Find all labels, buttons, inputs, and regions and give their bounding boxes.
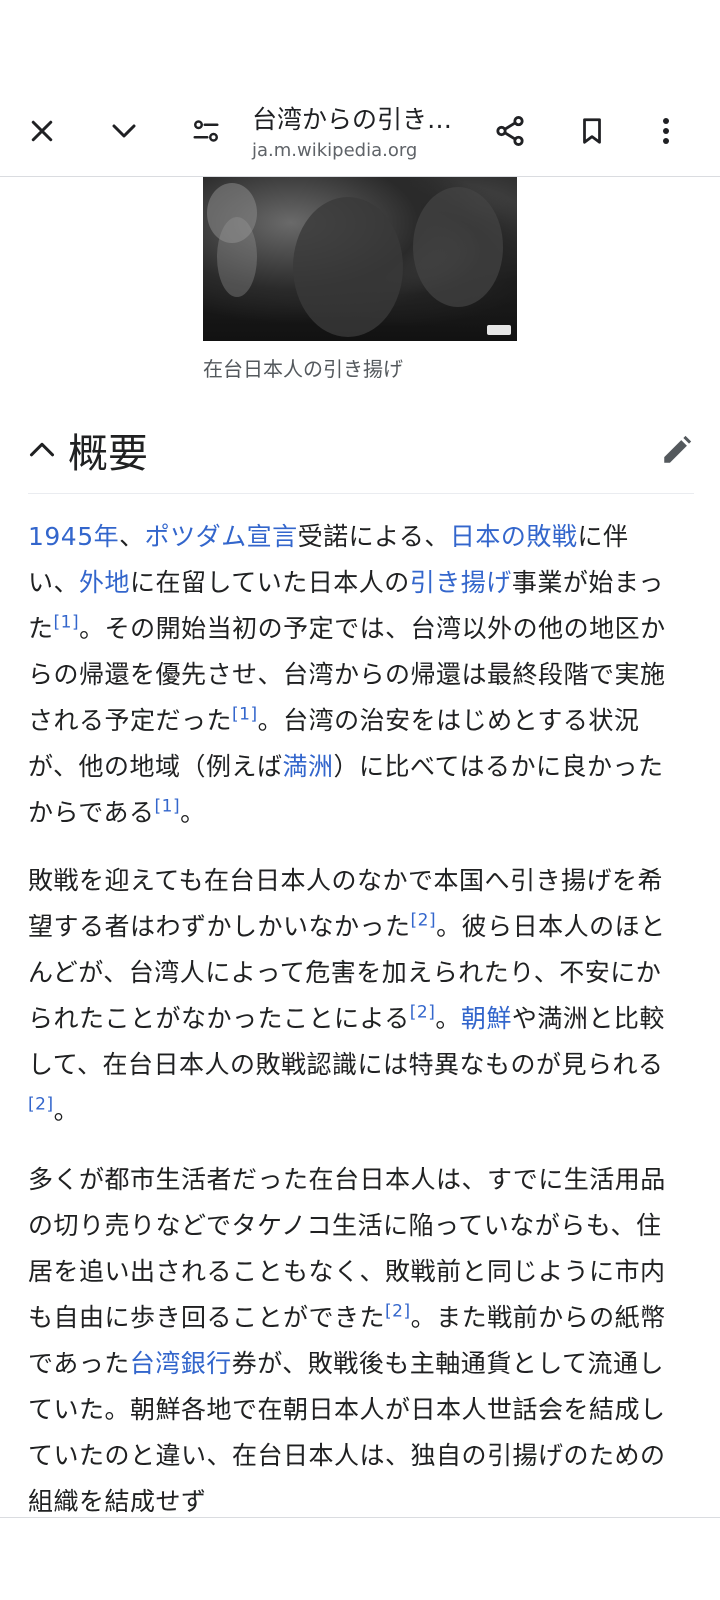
system-nav-area xyxy=(0,1518,720,1600)
paragraph-2: 敗戦を迎えても在台日本人のなかで本国へ引き揚げを希望する者はわずかしかいなかった… xyxy=(28,866,666,1125)
paragraph-1: 1945年、ポツダム宣言受諾による、日本の敗戦に伴い、外地に在留していた日本人の… xyxy=(28,522,666,827)
link-manchuria[interactable]: 満洲 xyxy=(283,752,334,781)
citation-ref[interactable]: [1] xyxy=(232,705,258,725)
status-bar xyxy=(0,0,720,86)
link-bank-of-taiwan[interactable]: 台湾銀行 xyxy=(130,1349,232,1378)
chevron-up-icon[interactable] xyxy=(28,439,56,463)
link-1945[interactable]: 1945年 xyxy=(28,522,119,551)
citation-ref[interactable]: [1] xyxy=(155,797,181,817)
share-icon[interactable] xyxy=(474,86,546,176)
citation-ref[interactable]: [2] xyxy=(28,1095,54,1115)
citation-ref[interactable]: [2] xyxy=(410,1003,436,1023)
chevron-down-icon[interactable] xyxy=(88,86,160,176)
browser-toolbar: 台湾からの引き… ja.m.wikipedia.org xyxy=(0,86,720,177)
link-hikiage[interactable]: 引き揚げ xyxy=(410,568,512,597)
link-korea[interactable]: 朝鮮 xyxy=(461,1004,512,1033)
paragraph-3: 多くが都市生活者だった在台日本人は、すでに生活用品の切り売りなどでタケノコ生活に… xyxy=(28,1165,666,1516)
tab-title: 台湾からの引き… xyxy=(252,105,453,134)
close-icon[interactable] xyxy=(6,86,78,176)
section-header[interactable]: 概要 xyxy=(28,421,694,494)
citation-ref[interactable]: [2] xyxy=(385,1302,411,1322)
link-gaichi[interactable]: 外地 xyxy=(79,568,130,597)
article-photo[interactable] xyxy=(203,177,517,341)
citation-ref[interactable]: [1] xyxy=(54,613,80,633)
edit-pencil-icon[interactable] xyxy=(660,433,694,471)
url-text: ja.m.wikipedia.org xyxy=(252,140,418,161)
more-icon[interactable] xyxy=(630,86,702,176)
page-title-area[interactable]: 台湾からの引き… ja.m.wikipedia.org xyxy=(252,94,492,168)
link-potsdam[interactable]: ポツダム宣言 xyxy=(145,522,298,551)
page-settings-icon[interactable] xyxy=(170,86,242,176)
section-title: 概要 xyxy=(68,431,148,477)
citation-ref[interactable]: [2] xyxy=(411,911,437,931)
link-defeat[interactable]: 日本の敗戦 xyxy=(450,522,578,551)
image-caption: 在台日本人の引き揚げ xyxy=(203,357,403,381)
bookmark-icon[interactable] xyxy=(556,86,628,176)
article-content: 在台日本人の引き揚げ 概要 1945年、ポツダム宣言受諾による、日本の敗戦に伴い… xyxy=(0,177,720,1517)
